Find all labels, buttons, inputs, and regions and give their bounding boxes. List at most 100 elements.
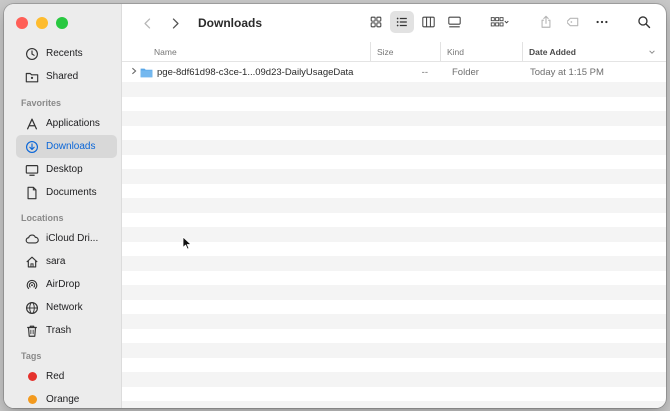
desktop-icon [24,162,40,178]
empty-row [122,256,666,271]
empty-row [122,271,666,286]
globe-icon [24,300,40,316]
view-switcher [364,11,466,33]
column-header-row: Name Size Kind Date Added [122,42,666,62]
empty-row [122,358,666,373]
tags-heading: Tags [21,351,42,361]
sidebar-item-airdrop[interactable]: AirDrop [16,273,117,296]
sidebar-item-label: Recents [46,48,83,59]
sort-chevron-down-icon [649,49,655,54]
sidebar-list: Recents Shared Favorites Applications Do… [4,42,122,408]
sidebar-item-documents[interactable]: Documents [16,181,117,204]
column-header-kind[interactable]: Kind [440,42,522,61]
empty-row [122,155,666,170]
sidebar-item-home[interactable]: sara [16,250,117,273]
file-size: -- [421,66,428,78]
empty-row [122,140,666,155]
file-date-added: Today at 1:15 PM [530,66,604,78]
file-name-cell: pge-8df61d98-c3ce-1...09d23-DailyUsageDa… [136,67,370,78]
sidebar-item-shared[interactable]: Shared [16,65,117,88]
red-tag-dot-icon [24,369,40,385]
empty-row [122,372,666,387]
empty-row [122,126,666,141]
list-view-button[interactable] [390,11,414,33]
sidebar-item-label: Orange [46,394,80,405]
sidebar-item-network[interactable]: Network [16,296,117,319]
back-button[interactable] [136,12,158,34]
share-icon [541,15,551,28]
empty-row [122,285,666,300]
mouse-pointer-icon [182,236,192,250]
locations-heading: Locations [21,213,64,223]
sidebar-item-tag-red[interactable]: Red [16,365,117,388]
sidebar-item-downloads[interactable]: Downloads [16,135,117,158]
more-actions-button[interactable] [590,11,614,33]
search-icon [638,16,651,29]
file-name: pge-8df61d98-c3ce-1...09d23-DailyUsageDa… [157,66,354,78]
disclosure-triangle-icon[interactable] [122,67,137,77]
finder-window: Recents Shared Favorites Applications Do… [4,4,666,408]
empty-row [122,300,666,315]
tag-icon [567,17,579,27]
favorites-heading: Favorites [21,98,62,108]
empty-row [122,213,666,228]
downloads-icon [24,139,40,155]
folder-icon [140,68,153,77]
window-title: Downloads [198,16,263,30]
document-icon [24,185,40,201]
sidebar-item-label: Downloads [46,141,96,152]
sidebar-item-label: sara [46,256,66,267]
home-icon [24,254,40,270]
applications-icon [24,116,40,132]
group-grid-chevron-icon [490,17,509,27]
sidebar-item-icloud-drive[interactable]: iCloud Dri... [16,227,117,250]
sidebar-item-label: AirDrop [46,279,80,290]
sidebar: Recents Shared Favorites Applications Do… [4,4,122,408]
sidebar-item-trash[interactable]: Trash [16,319,117,342]
column-header-date-added-label: Date Added [529,46,576,57]
trash-icon [24,323,40,339]
empty-row [122,227,666,242]
icon-view-button[interactable] [364,11,388,33]
sidebar-item-label: Applications [46,118,100,129]
group-by-button[interactable] [484,11,516,33]
airdrop-icon [24,277,40,293]
sidebar-item-label: Trash [46,325,72,336]
minimize-button[interactable] [36,17,48,29]
chevron-left-icon [143,17,150,29]
empty-row [122,343,666,358]
grid-icon [370,16,382,28]
chevron-right-icon [172,17,179,29]
sidebar-item-label: Documents [46,187,97,198]
gallery-icon [447,16,461,28]
empty-row [122,111,666,126]
tag-button[interactable] [562,11,586,33]
toolbar: Downloads [122,4,666,42]
column-header-name[interactable]: Name [122,42,370,61]
search-button[interactable] [632,11,656,33]
sidebar-item-label: Desktop [46,164,83,175]
file-rows: pge-8df61d98-c3ce-1...09d23-DailyUsageDa… [122,62,666,408]
forward-button[interactable] [164,12,186,34]
column-view-button[interactable] [416,11,440,33]
column-header-size[interactable]: Size [370,42,440,61]
file-list: Name Size Kind Date Added pge-8df61d98-c… [122,42,666,408]
sidebar-item-label: Shared [46,71,79,82]
sidebar-item-desktop[interactable]: Desktop [16,158,117,181]
window-controls [16,17,68,29]
table-row[interactable]: pge-8df61d98-c3ce-1...09d23-DailyUsageDa… [122,62,666,82]
sidebar-item-recents[interactable]: Recents [16,42,117,65]
clock-icon [24,46,40,62]
close-button[interactable] [16,17,28,29]
sidebar-item-tag-orange[interactable]: Orange [16,388,117,408]
empty-row [122,329,666,344]
empty-row [122,401,666,408]
zoom-button[interactable] [56,17,68,29]
empty-row [122,184,666,199]
column-header-date-added[interactable]: Date Added [522,42,666,61]
empty-row [122,314,666,329]
sidebar-item-applications[interactable]: Applications [16,112,117,135]
share-button[interactable] [534,11,558,33]
gallery-view-button[interactable] [442,11,466,33]
cloud-icon [24,231,40,247]
